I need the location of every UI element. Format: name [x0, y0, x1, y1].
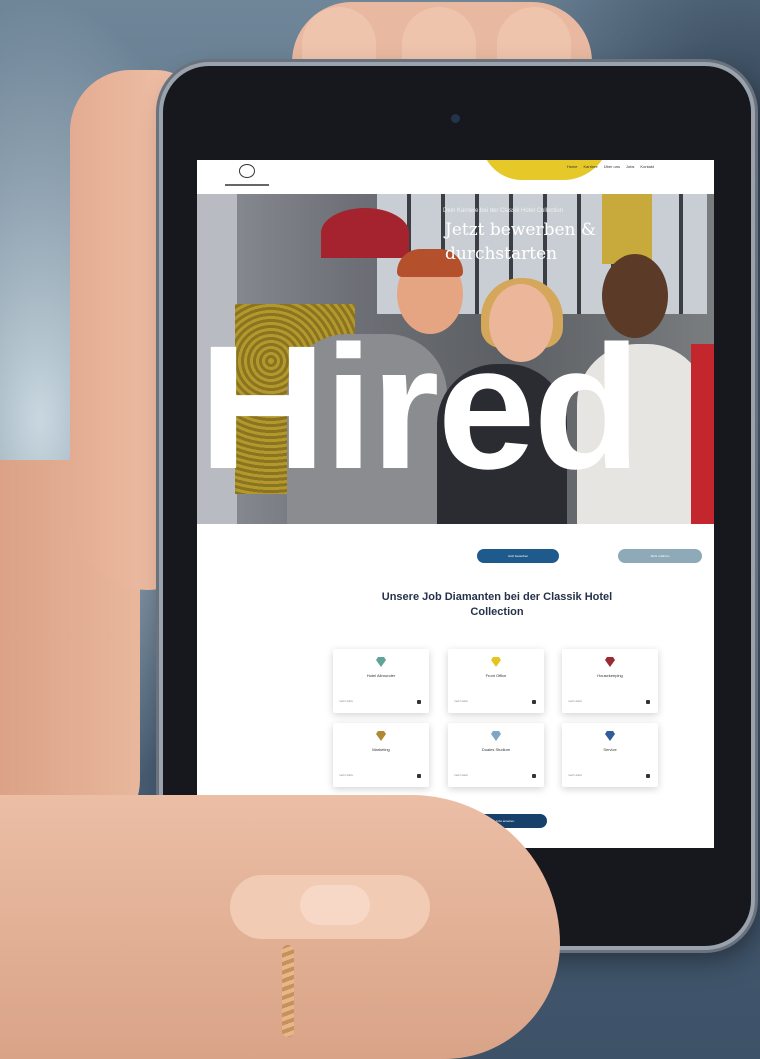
section-title: Unsere Job Diamanten bei der Classik Hot… [381, 591, 613, 618]
job-card[interactable]: Marketing mehr dazu [333, 723, 429, 787]
hero-wordmark: Hired [199, 310, 641, 506]
nav-item[interactable]: Karriere [584, 164, 598, 169]
arrow-icon[interactable] [532, 774, 536, 778]
diamond-icon [490, 731, 502, 741]
job-card[interactable]: Duales Studium mehr dazu [448, 723, 544, 787]
decorative-blob-red [321, 208, 409, 258]
job-card-title: Hotel Allrounder [366, 673, 396, 678]
job-card[interactable]: Hotel Allrounder mehr dazu [333, 649, 429, 713]
nav-item[interactable]: Jobs [626, 164, 634, 169]
logo-wordmark-line [225, 184, 269, 186]
hero-banner: Dein Karriere bei der Classik Hotel Coll… [197, 194, 714, 524]
job-card-link[interactable]: mehr dazu [339, 699, 353, 703]
hero-title: Jetzt bewerben & durchstarten [445, 220, 597, 264]
diamond-icon [604, 657, 616, 667]
job-card-title: Marketing [372, 747, 390, 752]
job-card-title: Front Office [485, 673, 507, 678]
arrow-icon[interactable] [532, 700, 536, 704]
front-camera [451, 114, 460, 123]
diamond-icon [375, 657, 387, 667]
bottom-hand [0, 795, 560, 1059]
job-card-link[interactable]: mehr dazu [454, 773, 468, 777]
job-card-link[interactable]: mehr dazu [568, 773, 582, 777]
main-nav: Home Karriere Über uns Jobs Kontakt [567, 164, 654, 169]
job-card-link[interactable]: mehr dazu [568, 699, 582, 703]
job-card[interactable]: Housekeeping mehr dazu [562, 649, 658, 713]
apply-button[interactable]: Jetzt bewerben [477, 549, 559, 563]
nav-item[interactable]: Kontakt [640, 164, 654, 169]
job-card-title: Service [603, 747, 617, 752]
job-card[interactable]: Front Office mehr dazu [448, 649, 544, 713]
diamond-icon [604, 731, 616, 741]
website-header: Home Karriere Über uns Jobs Kontakt [197, 160, 714, 194]
arrow-icon[interactable] [417, 700, 421, 704]
logo-icon [239, 164, 255, 178]
job-card-title: Housekeeping [597, 673, 623, 678]
hero-kicker: Dein Karriere bei der Classik Hotel Coll… [443, 208, 564, 214]
arrow-icon[interactable] [646, 774, 650, 778]
nav-item[interactable]: Home [567, 164, 578, 169]
thumbnail [300, 885, 370, 925]
arrow-icon[interactable] [417, 774, 421, 778]
job-card-link[interactable]: mehr dazu [454, 699, 468, 703]
diamond-icon [375, 731, 387, 741]
decorative-blob-yellow [481, 160, 611, 180]
diamond-icon [490, 657, 502, 667]
ring [282, 945, 294, 1037]
tablet-screen: Home Karriere Über uns Jobs Kontakt Dein… [197, 160, 714, 848]
learn-more-button[interactable]: Mehr erfahren [618, 549, 702, 563]
arrow-icon[interactable] [646, 700, 650, 704]
job-card-title: Duales Studium [481, 747, 511, 752]
job-card-link[interactable]: mehr dazu [339, 773, 353, 777]
site-logo[interactable] [217, 164, 277, 190]
nav-item[interactable]: Über uns [604, 164, 620, 169]
job-card[interactable]: Service mehr dazu [562, 723, 658, 787]
